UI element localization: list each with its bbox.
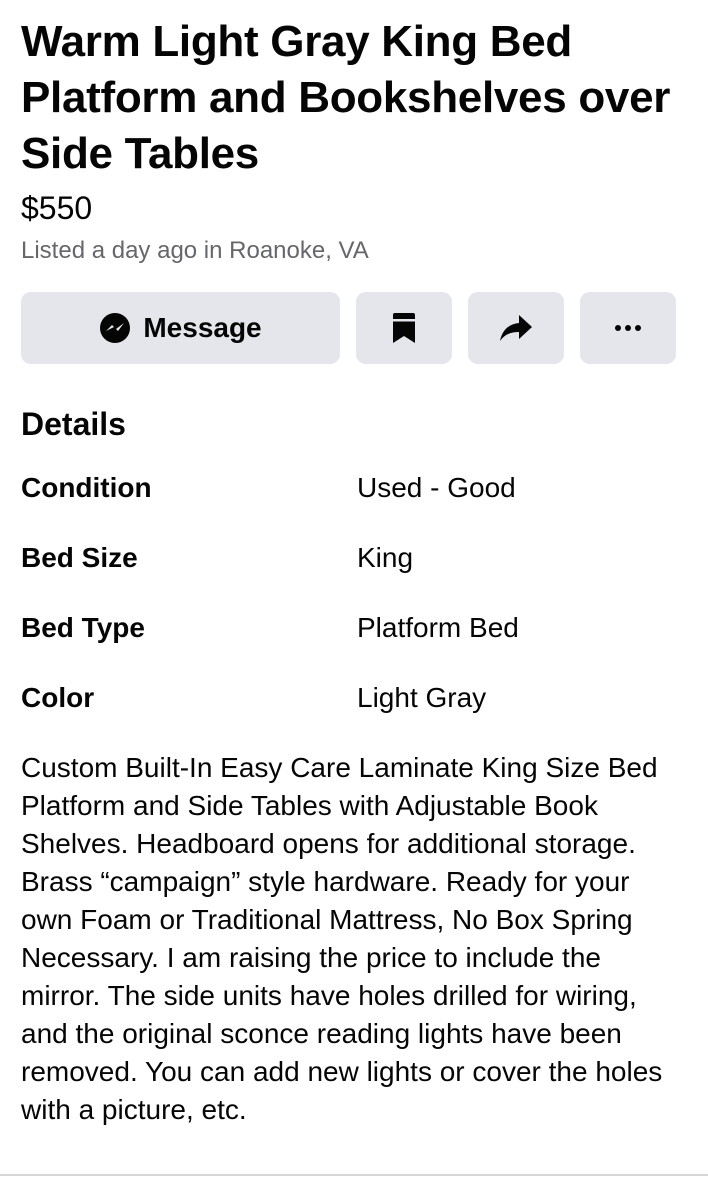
detail-key: Bed Size [21, 542, 138, 573]
bottom-divider [0, 1174, 708, 1176]
action-bar: Message [21, 292, 681, 364]
share-arrow-icon [499, 313, 533, 343]
detail-row-condition: Condition Used - Good [21, 468, 681, 508]
detail-row-bed-type: Bed Type Platform Bed [21, 608, 681, 648]
listing-meta: Listed a day ago in Roanoke, VA [21, 237, 369, 264]
listing-title: Warm Light Gray King Bed Platform and Bo… [21, 17, 671, 178]
more-dots-icon [614, 324, 642, 332]
more-options-button[interactable] [580, 292, 676, 364]
save-button[interactable] [356, 292, 452, 364]
detail-key: Color [21, 682, 95, 713]
listing-page: Warm Light Gray King Bed Platform and Bo… [21, 0, 681, 1125]
detail-value: Used - Good [357, 472, 516, 503]
message-button[interactable]: Message [21, 292, 340, 364]
details-heading: Details [21, 406, 126, 442]
share-button[interactable] [468, 292, 564, 364]
detail-key: Bed Type [21, 612, 145, 643]
listing-price: $550 [21, 190, 93, 226]
bookmark-icon [392, 313, 416, 343]
detail-row-bed-size: Bed Size King [21, 538, 681, 578]
message-button-label: Message [143, 312, 262, 343]
detail-value: Light Gray [357, 682, 487, 713]
detail-value: Platform Bed [357, 612, 519, 643]
listing-description: Custom Built-In Easy Care Laminate King … [21, 752, 663, 1125]
detail-value: King [357, 542, 414, 573]
detail-key: Condition [21, 472, 152, 503]
detail-row-color: Color Light Gray [21, 678, 681, 718]
messenger-icon [99, 312, 131, 344]
